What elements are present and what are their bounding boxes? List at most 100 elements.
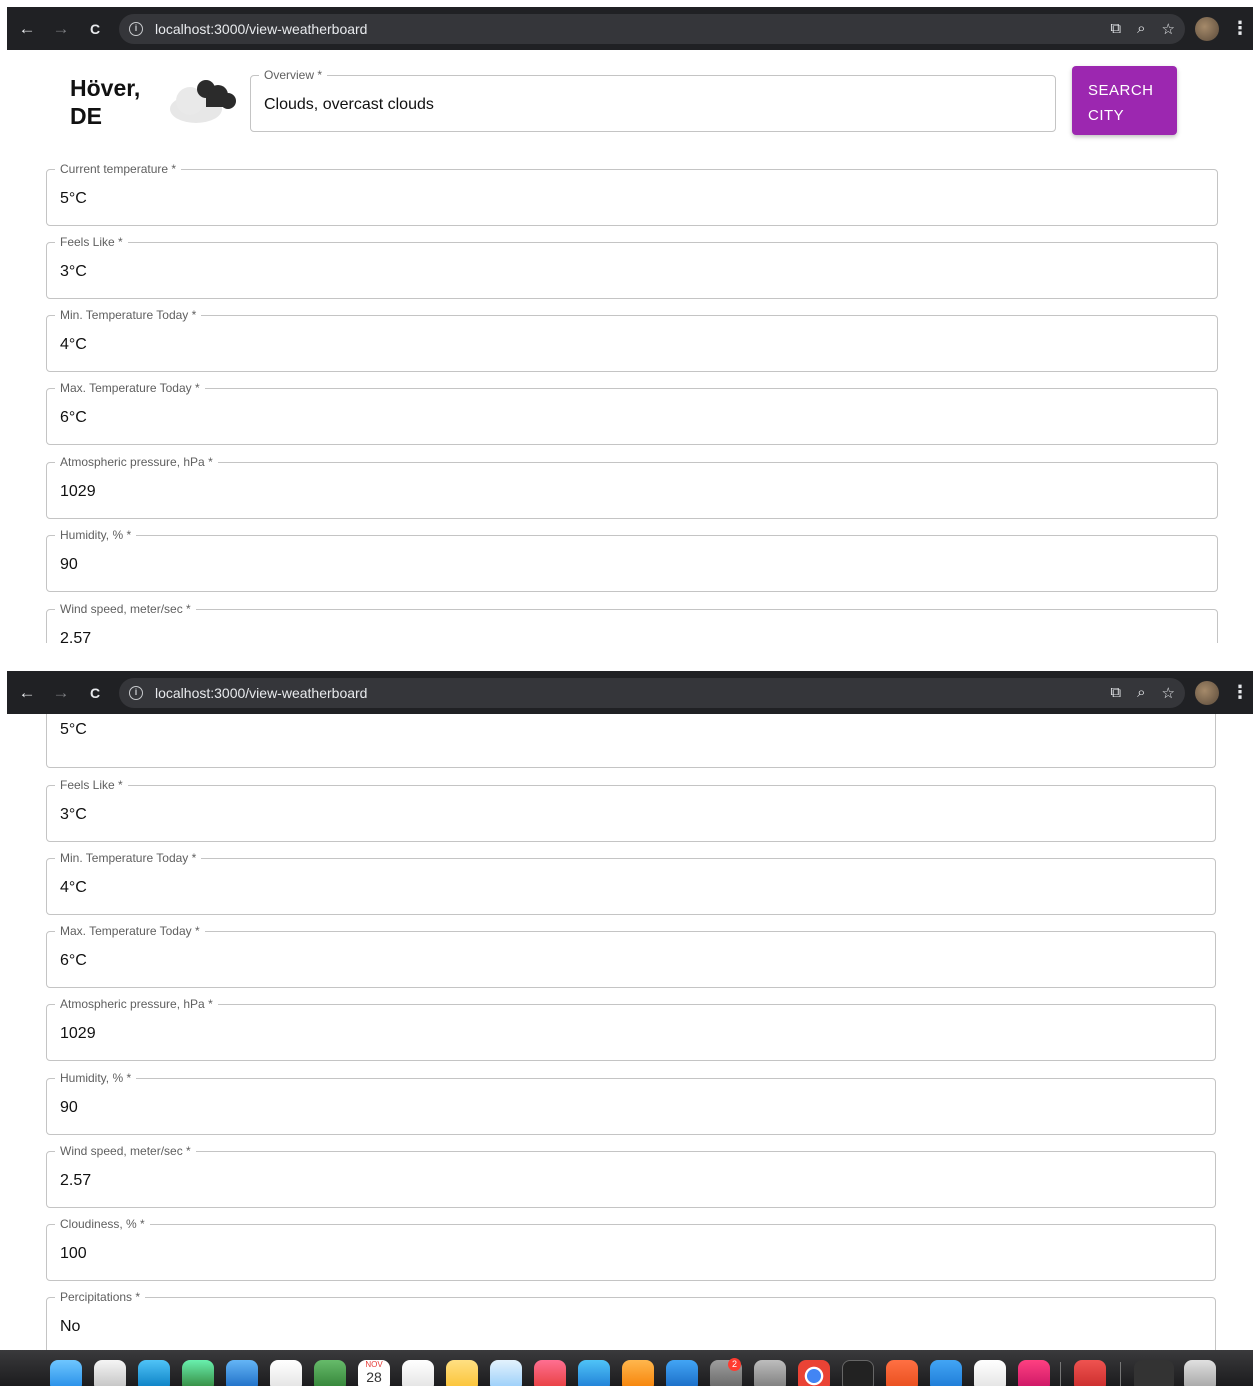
finder-icon[interactable] bbox=[50, 1360, 82, 1386]
city-title: Höver, DE bbox=[70, 75, 141, 129]
notes-icon[interactable] bbox=[446, 1360, 478, 1386]
field-value: 2.57 bbox=[60, 1172, 92, 1189]
search-city-button[interactable]: SEARCH CITY bbox=[1072, 66, 1177, 135]
preview-icon[interactable] bbox=[1074, 1360, 1106, 1386]
field-label: Feels Like * bbox=[55, 235, 128, 249]
profile-avatar[interactable] bbox=[1195, 680, 1219, 705]
keynote-icon[interactable] bbox=[578, 1360, 610, 1386]
facetime-icon[interactable] bbox=[314, 1360, 346, 1386]
field-percipitations[interactable]: Percipitations * No bbox=[46, 1290, 1216, 1350]
docker-icon[interactable] bbox=[930, 1360, 962, 1386]
field-value: 90 bbox=[60, 556, 78, 573]
site-info-icon[interactable]: i bbox=[129, 685, 143, 700]
profile-avatar[interactable] bbox=[1195, 16, 1219, 41]
field-label: Feels Like * bbox=[55, 778, 128, 792]
pages-icon[interactable] bbox=[622, 1360, 654, 1386]
field-label: Cloudiness, % * bbox=[55, 1217, 150, 1231]
reminders-icon[interactable] bbox=[402, 1360, 434, 1386]
mail-icon[interactable] bbox=[226, 1360, 258, 1386]
calendar-day: 28 bbox=[366, 1369, 382, 1385]
field-value: 4°C bbox=[60, 336, 87, 353]
calendar-icon[interactable]: NOV 28 bbox=[358, 1360, 390, 1386]
install-app-icon[interactable]: ⧉ bbox=[1110, 684, 1121, 701]
reload-icon[interactable]: C bbox=[83, 17, 107, 41]
field-value: 5°C bbox=[60, 721, 87, 738]
url-text[interactable]: localhost:3000/view-weatherboard bbox=[155, 21, 367, 37]
notification-badge: 2 bbox=[728, 1358, 741, 1371]
trash-icon[interactable] bbox=[1184, 1360, 1216, 1386]
address-bar[interactable]: i localhost:3000/view-weatherboard ⧉ ⌕ ☆ bbox=[119, 677, 1185, 708]
field-value: 3°C bbox=[60, 806, 87, 823]
weatherboard-page: Höver, DE Overview * Clouds, overcast cl… bbox=[7, 50, 1253, 643]
field-max-temperature[interactable]: Max. Temperature Today * 6°C bbox=[46, 381, 1218, 445]
forward-icon[interactable]: → bbox=[49, 681, 73, 705]
field-wind-speed[interactable]: Wind speed, meter/sec * 2.57 bbox=[46, 602, 1218, 643]
bookmark-star-icon[interactable]: ☆ bbox=[1162, 684, 1175, 702]
field-feels-like[interactable]: Feels Like * 3°C bbox=[46, 778, 1216, 842]
address-bar[interactable]: i localhost:3000/view-weatherboard ⧉ ⌕ ☆ bbox=[119, 13, 1185, 44]
field-value: 5°C bbox=[60, 190, 87, 207]
overview-value: Clouds, overcast clouds bbox=[264, 96, 434, 113]
field-current-temperature[interactable]: Current temperature * 5°C bbox=[46, 162, 1218, 226]
field-label: Percipitations * bbox=[55, 1290, 146, 1304]
vscode-icon[interactable] bbox=[974, 1360, 1006, 1386]
field-label: Max. Temperature Today * bbox=[55, 924, 205, 938]
forward-icon[interactable]: → bbox=[49, 17, 73, 41]
photos-icon[interactable] bbox=[270, 1360, 302, 1386]
url-text[interactable]: localhost:3000/view-weatherboard bbox=[155, 685, 367, 701]
field-value: 2.57 bbox=[60, 630, 92, 643]
field-min-temperature[interactable]: Min. Temperature Today * 4°C bbox=[46, 308, 1218, 372]
browser-menu-icon[interactable]: ⋮ bbox=[1231, 682, 1249, 703]
field-value: 6°C bbox=[60, 952, 87, 969]
music-icon[interactable] bbox=[534, 1360, 566, 1386]
back-icon[interactable]: ← bbox=[15, 681, 39, 705]
overview-label: Overview * bbox=[259, 68, 328, 82]
field-label: Wind speed, meter/sec * bbox=[55, 1144, 196, 1158]
macos-dock: NOV 28 2 bbox=[0, 1350, 1253, 1386]
field-label: Humidity, % * bbox=[55, 528, 137, 542]
iphone-mirroring-icon[interactable] bbox=[754, 1360, 786, 1386]
overview-field[interactable]: Overview * Clouds, overcast clouds bbox=[250, 68, 1056, 132]
field-value: 3°C bbox=[60, 263, 87, 280]
field-label: Min. Temperature Today * bbox=[55, 308, 202, 322]
field-value: 1029 bbox=[60, 483, 96, 500]
launchpad-icon[interactable] bbox=[94, 1360, 126, 1386]
reload-icon[interactable]: C bbox=[83, 681, 107, 705]
chrome-icon[interactable] bbox=[798, 1360, 830, 1386]
field-cloudiness[interactable]: Cloudiness, % * 100 bbox=[46, 1217, 1216, 1281]
dock-separator bbox=[1060, 1362, 1061, 1386]
field-value: 90 bbox=[60, 1099, 78, 1116]
zoom-icon[interactable]: ⌕ bbox=[1137, 20, 1145, 37]
minimized-window-icon[interactable] bbox=[1134, 1360, 1174, 1386]
field-min-temperature[interactable]: Min. Temperature Today * 4°C bbox=[46, 851, 1216, 915]
field-atmospheric-pressure[interactable]: Atmospheric pressure, hPa * 1029 bbox=[46, 455, 1218, 519]
field-atmospheric-pressure[interactable]: Atmospheric pressure, hPa * 1029 bbox=[46, 997, 1216, 1061]
intellij-icon[interactable] bbox=[1018, 1360, 1050, 1386]
browser-menu-icon[interactable]: ⋮ bbox=[1231, 18, 1249, 39]
dock-separator bbox=[1120, 1362, 1121, 1386]
bookmark-star-icon[interactable]: ☆ bbox=[1162, 20, 1175, 38]
field-humidity[interactable]: Humidity, % * 90 bbox=[46, 1071, 1216, 1135]
field-wind-speed[interactable]: Wind speed, meter/sec * 2.57 bbox=[46, 1144, 1216, 1208]
zoom-icon[interactable]: ⌕ bbox=[1137, 684, 1145, 701]
swift-icon[interactable] bbox=[886, 1360, 918, 1386]
back-icon[interactable]: ← bbox=[15, 17, 39, 41]
site-info-icon[interactable]: i bbox=[129, 21, 143, 36]
field-feels-like[interactable]: Feels Like * 3°C bbox=[46, 235, 1218, 299]
field-max-temperature[interactable]: Max. Temperature Today * 6°C bbox=[46, 924, 1216, 988]
field-value: 100 bbox=[60, 1245, 87, 1262]
freeform-icon[interactable] bbox=[490, 1360, 522, 1386]
field-label: Min. Temperature Today * bbox=[55, 851, 202, 865]
field-value: 4°C bbox=[60, 879, 87, 896]
header-row: Höver, DE Overview * Clouds, overcast cl… bbox=[7, 50, 1253, 150]
clouds-icon bbox=[170, 80, 236, 123]
terminal-icon[interactable] bbox=[842, 1360, 874, 1386]
field-current-temperature[interactable]: 5°C bbox=[46, 714, 1216, 768]
app-store-icon[interactable] bbox=[666, 1360, 698, 1386]
field-value: No bbox=[60, 1318, 81, 1335]
safari-icon[interactable] bbox=[138, 1360, 170, 1386]
field-label: Wind speed, meter/sec * bbox=[55, 602, 196, 616]
messages-icon[interactable] bbox=[182, 1360, 214, 1386]
install-app-icon[interactable]: ⧉ bbox=[1110, 20, 1121, 37]
field-humidity[interactable]: Humidity, % * 90 bbox=[46, 528, 1218, 592]
